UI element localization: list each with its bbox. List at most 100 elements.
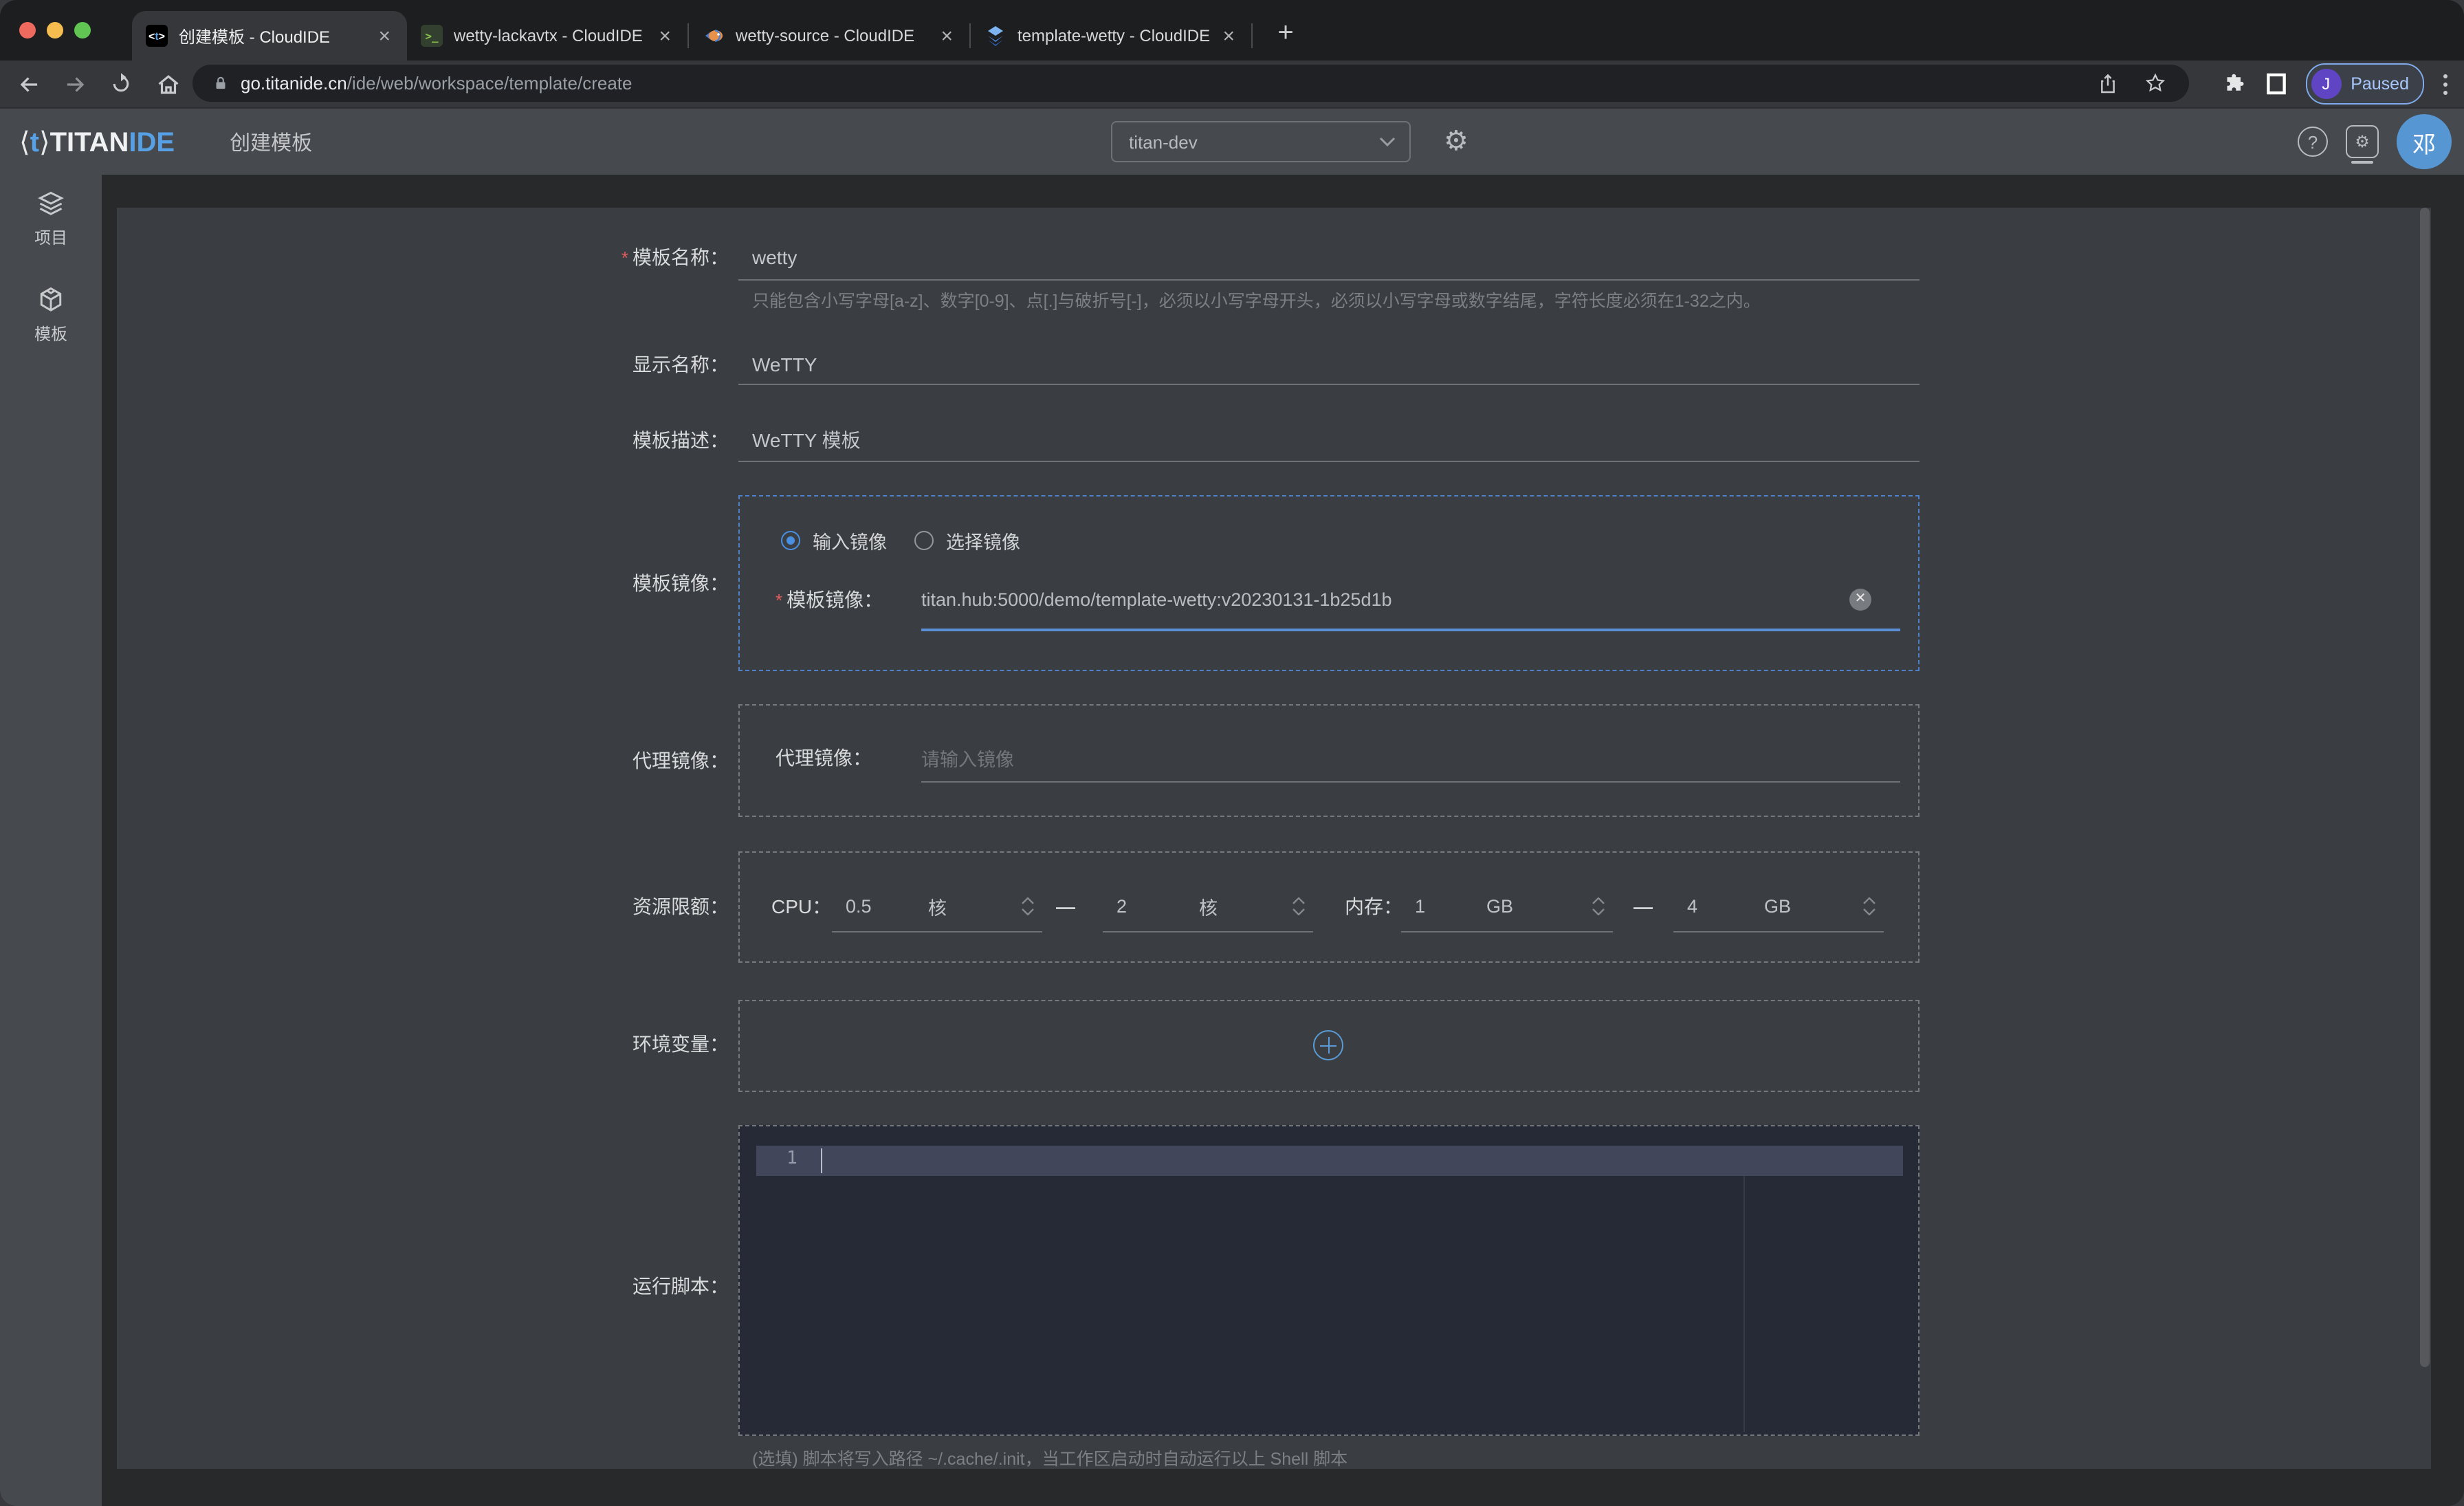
template-image-input[interactable]: titan.hub:5000/demo/template-wetty:v2023… (921, 589, 1392, 610)
close-window-button[interactable] (19, 22, 36, 39)
field-label-run-script: 运行脚本： (117, 1272, 729, 1300)
stepper-arrows[interactable] (1022, 897, 1034, 915)
home-icon[interactable] (151, 67, 184, 100)
focused-input-underline (921, 629, 1900, 631)
radio-choose-image[interactable] (914, 531, 934, 550)
fish-favicon (703, 25, 725, 47)
field-label-display-name: 显示名称： (117, 351, 729, 378)
panel-scrollbar[interactable] (2420, 208, 2430, 1367)
terminal-favicon: >_ (421, 25, 443, 47)
radio-input-image-label: 输入镜像 (813, 527, 887, 554)
close-tab-icon[interactable]: × (656, 25, 674, 46)
inner-label-proxy-image: 代理镜像： (776, 744, 872, 772)
cpu-label: CPU： (771, 893, 831, 920)
minimize-window-button[interactable] (47, 22, 63, 39)
workspace-select[interactable]: titan-dev (1111, 121, 1411, 162)
required-asterisk: * (776, 590, 782, 611)
cpu-min-unit: 核 (928, 892, 947, 919)
close-tab-icon[interactable]: × (1220, 25, 1238, 46)
sidebar-item-label: 模板 (34, 322, 67, 345)
window-controls (19, 22, 91, 39)
clear-input-icon[interactable]: ✕ (1849, 589, 1871, 611)
radio-input-image[interactable] (781, 531, 800, 550)
field-label-description: 模板描述： (117, 426, 729, 454)
field-label-template-name: *模板名称： (117, 243, 729, 271)
input-underline (921, 781, 1900, 783)
stepper-arrows[interactable] (1592, 897, 1605, 915)
cpu-min-stepper[interactable]: 0.5 核 (832, 880, 1042, 932)
browser-window: <t> 创建模板 - CloudIDE × >_ wetty-lackavtx … (0, 0, 2464, 1506)
input-underline (738, 461, 1920, 462)
help-icon[interactable]: ? (2298, 127, 2328, 157)
browser-menu-icon[interactable] (2443, 74, 2448, 94)
range-dash: — (1634, 895, 1653, 917)
memory-max-unit: GB (1764, 895, 1791, 916)
titanide-logo[interactable]: ⟨t⟩TITANIDE (19, 124, 175, 159)
workspace-select-value: titan-dev (1129, 131, 1379, 152)
editor-caret (821, 1148, 822, 1173)
editor-line-number: 1 (776, 1148, 808, 1169)
template-image-group (738, 495, 1920, 671)
url-domain: go.titanide.cn (241, 73, 347, 94)
close-tab-icon[interactable]: × (375, 25, 393, 46)
tab-template-wetty[interactable]: template-wetty - CloudIDE × (971, 11, 1251, 61)
stepper-arrows[interactable] (1292, 897, 1305, 915)
tab-wetty-lackavtx[interactable]: >_ wetty-lackavtx - CloudIDE × (407, 11, 688, 61)
sidebar-item-projects[interactable]: 项目 (34, 188, 67, 249)
memory-min-stepper[interactable]: 1 GB (1401, 880, 1613, 932)
share-icon[interactable] (2097, 72, 2119, 94)
range-dash: — (1056, 895, 1075, 917)
stepper-arrows[interactable] (1863, 897, 1876, 915)
memory-min-unit: GB (1486, 895, 1513, 916)
zoom-window-button[interactable] (74, 22, 91, 39)
template-name-input[interactable]: wetty (752, 246, 797, 268)
display-name-input[interactable]: WeTTY (752, 353, 817, 375)
forward-icon[interactable] (58, 67, 91, 100)
field-label-resources: 资源限额： (117, 893, 729, 920)
create-template-form: *模板名称： wetty 只能包含小写字母[a-z]、数字[0-9]、点[.]与… (117, 208, 2431, 1469)
lock-icon (212, 74, 230, 92)
close-tab-icon[interactable]: × (938, 25, 956, 46)
sidebar-item-templates[interactable]: 模板 (34, 285, 67, 345)
main-area: *模板名称： wetty 只能包含小写字母[a-z]、数字[0-9]、点[.]与… (102, 175, 2464, 1506)
cube-icon (36, 285, 66, 315)
back-icon[interactable] (12, 67, 45, 100)
tab-strip: <t> 创建模板 - CloudIDE × >_ wetty-lackavtx … (0, 0, 2464, 61)
chevron-down-icon (1379, 136, 1396, 147)
extensions-puzzle-icon[interactable] (2221, 72, 2246, 96)
tab-wetty-source[interactable]: wetty-source - CloudIDE × (689, 11, 969, 61)
browser-profile-button[interactable]: J Paused (2305, 63, 2424, 105)
proxy-image-group (738, 704, 1920, 817)
add-env-var-button[interactable] (1313, 1030, 1343, 1060)
field-label-proxy-image: 代理镜像： (117, 747, 729, 774)
description-input[interactable]: WeTTY 模板 (752, 426, 861, 454)
memory-max-stepper[interactable]: 4 GB (1673, 880, 1884, 932)
radio-choose-image-label: 选择镜像 (946, 527, 1020, 554)
run-script-editor[interactable]: 1 (738, 1125, 1920, 1436)
field-label-template-image: 模板镜像： (117, 569, 729, 597)
bookmark-star-icon[interactable] (2144, 72, 2167, 95)
input-underline (738, 384, 1920, 385)
page-title: 创建模板 (230, 127, 312, 156)
new-tab-button[interactable]: + (1269, 18, 1302, 50)
side-panel-icon[interactable] (2265, 73, 2286, 95)
admin-console-icon[interactable]: ⚙ (2346, 125, 2379, 158)
layers-icon (36, 188, 66, 219)
user-avatar[interactable]: 邓 (2397, 114, 2452, 169)
cpu-max-stepper[interactable]: 2 核 (1103, 880, 1313, 932)
browser-toolbar: go.titanide.cn/ide/web/workspace/templat… (0, 61, 2464, 109)
workspace-settings-gear-icon[interactable]: ⚙ (1444, 127, 1468, 157)
app-sidebar: 项目 模板 (0, 175, 102, 1506)
tab-title: 创建模板 - CloudIDE (179, 24, 375, 47)
reload-icon[interactable] (104, 67, 138, 100)
tab-title: template-wetty - CloudIDE (1018, 26, 1220, 45)
profile-status-badge: Paused (2351, 74, 2409, 94)
proxy-image-input[interactable]: 请输入镜像 (921, 744, 1014, 772)
cpu-min-value: 0.5 (846, 895, 872, 916)
cpu-max-value: 2 (1116, 895, 1127, 916)
profile-avatar: J (2311, 69, 2341, 99)
tab-create-template[interactable]: <t> 创建模板 - CloudIDE × (132, 11, 407, 61)
layers-favicon (984, 25, 1006, 47)
address-bar[interactable]: go.titanide.cn/ide/web/workspace/templat… (192, 65, 2189, 102)
field-label-env-vars: 环境变量： (117, 1030, 729, 1058)
